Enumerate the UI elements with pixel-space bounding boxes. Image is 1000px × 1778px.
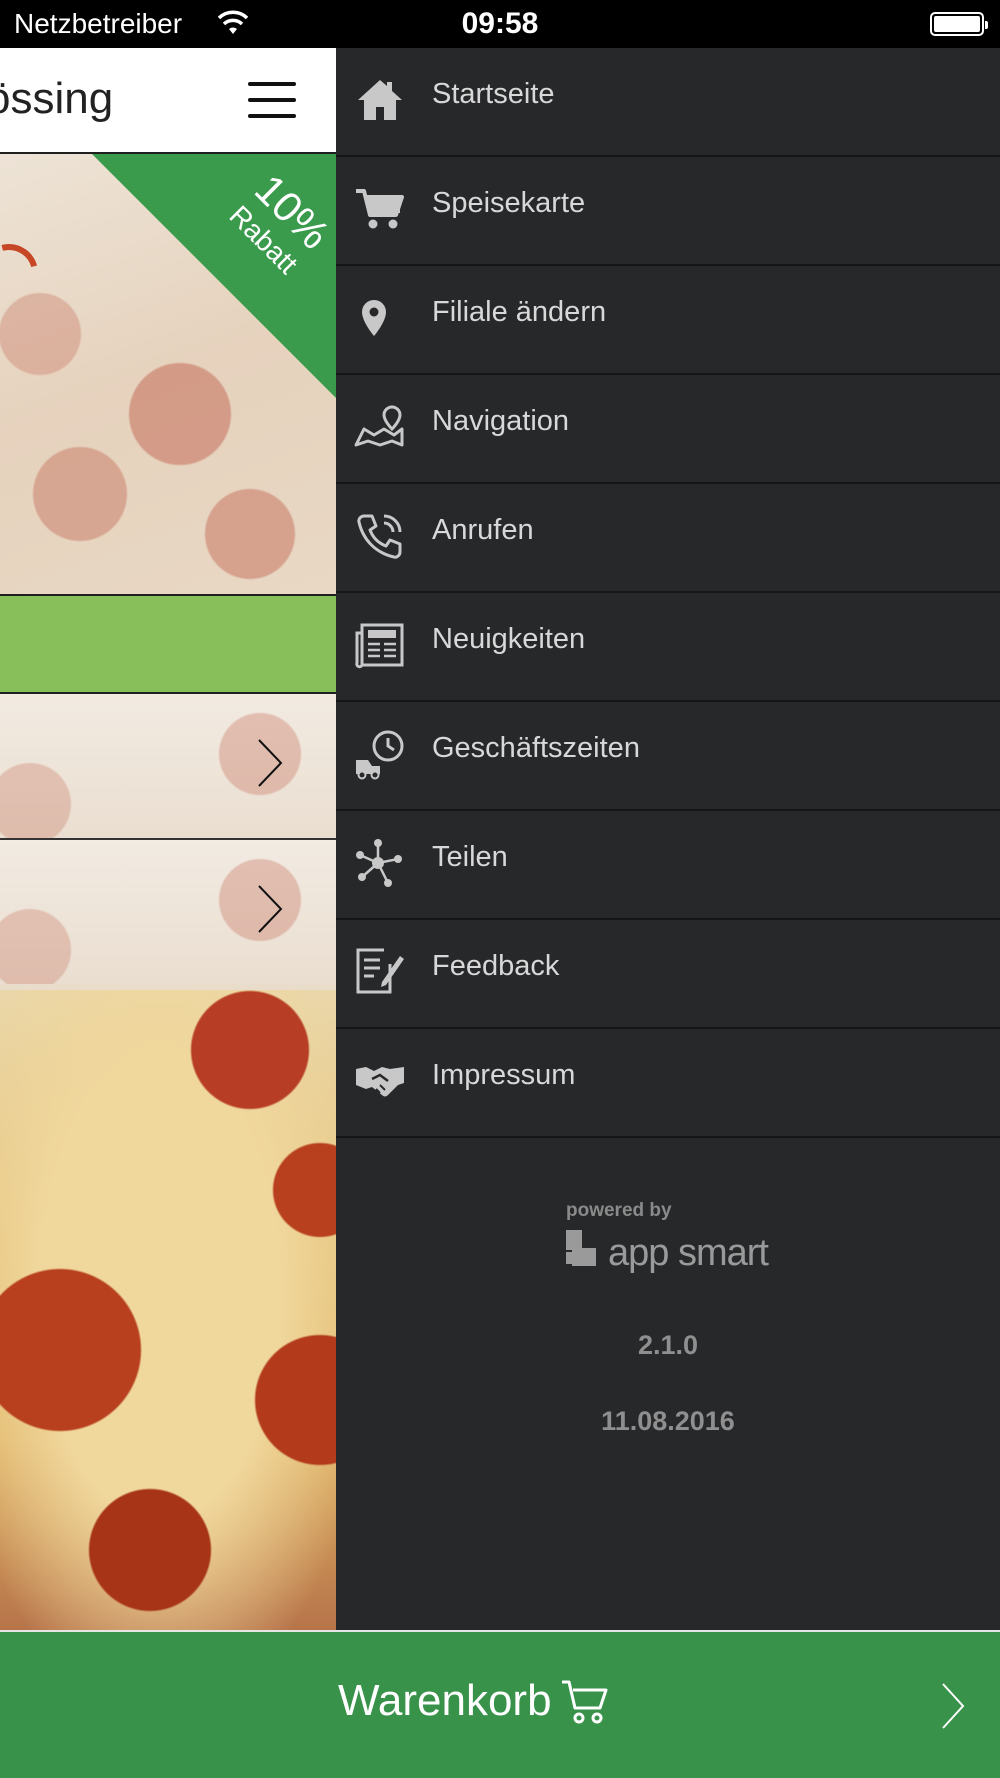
phone-icon [354,510,406,562]
app-version: 2.1.0 [637,1330,699,1360]
menu-item-label: Teilen [432,841,508,873]
menu-item-geschaeftszeiten[interactable]: Geschäftszeiten [336,702,1000,811]
release-date: 11.08.2016 [601,1406,735,1436]
cart-bar[interactable]: Warenkorb [0,1630,1000,1778]
cart-icon [354,183,406,235]
delivery-clock-icon [354,728,406,780]
menu-item-filiale-aendern[interactable]: Filiale ändern [336,266,1000,375]
menu-item-speisekarte[interactable]: Speisekarte [336,157,1000,266]
side-menu: Startseite Speisekarte Filiale ändern Na… [336,48,1000,1630]
chevron-right-icon [256,738,284,788]
menu-item-label: Navigation [432,405,570,437]
menu-item-label: Neuigkeiten [432,623,586,655]
app-smart-logo-icon [566,1230,598,1270]
menu-item-impressum[interactable]: Impressum [336,1029,1000,1138]
green-banner[interactable] [0,596,336,694]
home-icon [354,74,406,126]
status-bar: Netzbetreiber 09:58 [0,0,1000,48]
chevron-right-icon [256,884,284,934]
handshake-icon [354,1055,406,1107]
app-header: össing [0,48,336,154]
menu-item-navigation[interactable]: Navigation [336,375,1000,484]
feedback-icon [354,946,406,998]
hamburger-menu-icon[interactable] [248,82,296,118]
menu-item-feedback[interactable]: Feedback [336,920,1000,1029]
menu-item-label: Startseite [432,78,555,110]
clock: 09:58 [461,7,539,40]
powered-by-label: powered by [566,1200,672,1221]
list-item[interactable] [0,840,336,984]
news-icon [354,619,406,671]
menu-item-label: Filiale ändern [432,296,607,328]
app-title: össing [0,74,114,123]
menu-item-anrufen[interactable]: Anrufen [336,484,1000,593]
pizza-image [0,990,336,1630]
chevron-right-icon [940,1682,966,1730]
menu-item-label: Impressum [432,1059,576,1091]
location-pin-icon [354,292,406,344]
app-smart-logo[interactable]: app smart [566,1226,786,1286]
app-content: össing 10% Rabatt [0,48,336,1630]
brand-name: app smart [608,1232,769,1274]
menu-item-teilen[interactable]: Teilen [336,811,1000,920]
cart-label: Warenkorb [338,1676,552,1725]
menu-item-label: Speisekarte [432,187,586,219]
menu-item-startseite[interactable]: Startseite [336,48,1000,157]
share-icon [354,837,406,889]
cart-icon [560,1678,612,1726]
menu-item-neuigkeiten[interactable]: Neuigkeiten [336,593,1000,702]
menu-item-label: Feedback [432,950,560,982]
menu-item-label: Geschäftszeiten [432,732,640,764]
list-item[interactable] [0,694,336,840]
pepper-decoration [0,233,49,313]
hero-banner[interactable]: 10% Rabatt [0,154,336,596]
menu-item-label: Anrufen [432,514,534,546]
battery-icon [930,12,988,36]
map-icon [354,401,406,453]
